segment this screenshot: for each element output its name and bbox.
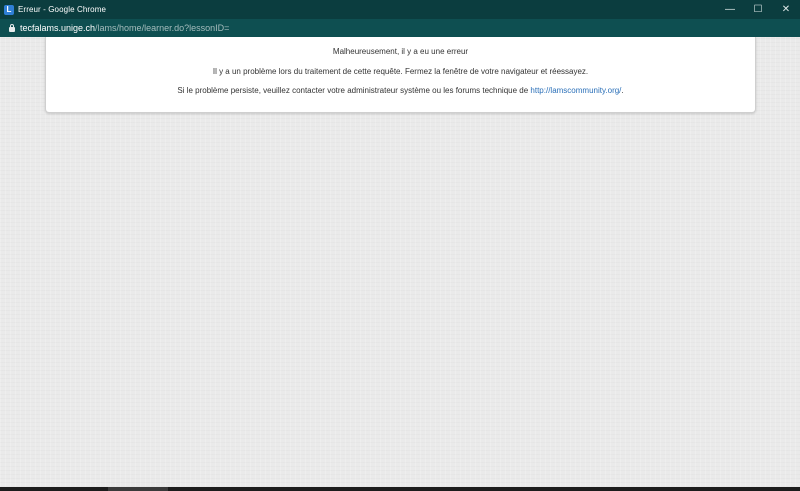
error-contact-suffix: . — [621, 86, 624, 95]
close-icon[interactable]: ✕ — [772, 0, 800, 19]
error-heading: Malheureusement, il y a eu une erreur — [332, 47, 469, 56]
taskbar-strip — [0, 487, 800, 491]
error-contact-text: Si le problème persiste, veuillez contac… — [177, 86, 531, 95]
page-content: Malheureusement, il y a eu une erreur Il… — [0, 37, 800, 487]
lock-icon[interactable] — [9, 23, 15, 32]
lamscommunity-link[interactable]: http://lamscommunity.org/ — [530, 86, 621, 95]
url-host[interactable]: tecfalams.unige.ch — [20, 23, 95, 33]
maximize-icon[interactable]: ☐ — [744, 0, 772, 19]
minimize-icon[interactable]: — — [716, 0, 744, 19]
url-path[interactable]: /lams/home/learner.do?lessonID= — [95, 23, 229, 33]
lams-app-icon: L — [4, 4, 14, 15]
window-controls: — ☐ ✕ — [716, 0, 800, 19]
error-message: Il y a un problème lors du traitement de… — [212, 67, 589, 76]
error-contact: Si le problème persiste, veuillez contac… — [46, 86, 755, 95]
address-bar[interactable]: tecfalams.unige.ch /lams/home/learner.do… — [0, 19, 800, 37]
window-titlebar: L Erreur - Google Chrome — ☐ ✕ — [0, 0, 800, 19]
error-panel: Malheureusement, il y a eu une erreur Il… — [45, 37, 756, 113]
window-title: Erreur - Google Chrome — [18, 5, 107, 14]
taskbar-active-segment — [108, 487, 168, 491]
